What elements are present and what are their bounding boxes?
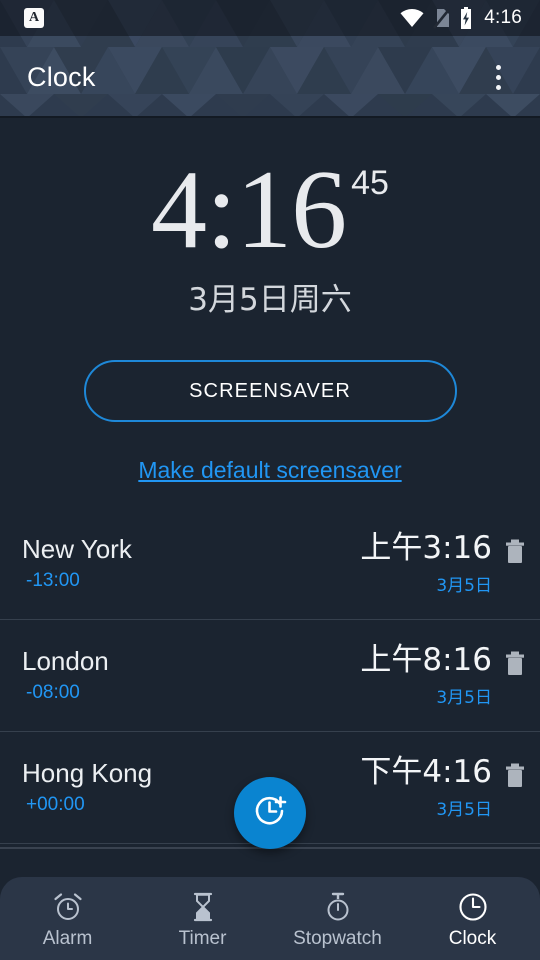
city-name: New York: [22, 534, 132, 565]
city-time-stack: 下午4:16 3月5日: [360, 755, 492, 820]
trash-icon[interactable]: [504, 763, 526, 794]
city-time-stack: 上午8:16 3月5日: [360, 643, 492, 708]
city-time-block: 上午8:16 3月5日: [360, 643, 526, 708]
main-clock-seconds: 45: [351, 164, 389, 202]
tab-timer-label: Timer: [178, 928, 227, 949]
city-time: 下午4:16: [360, 753, 492, 790]
city-date: 3月5日: [436, 800, 492, 821]
overflow-dot: [495, 64, 501, 70]
city-time: 上午8:16: [360, 641, 492, 678]
city-info: New York -13:00: [22, 534, 132, 592]
city-offset: -08:00: [26, 681, 80, 703]
tab-stopwatch-label: Stopwatch: [293, 928, 382, 949]
city-time: 上午3:16: [360, 529, 492, 566]
page-title: Clock: [27, 61, 96, 92]
tab-timer[interactable]: Timer: [135, 877, 270, 960]
stopwatch-icon: [322, 891, 354, 923]
clock-icon: [457, 891, 489, 923]
sim-card-off-icon: [433, 8, 451, 29]
wifi-icon: [400, 8, 424, 28]
app-bar-divider: [0, 116, 540, 118]
add-clock-fab[interactable]: [234, 777, 306, 849]
table-row[interactable]: London -08:00 上午8:16 3月5日: [0, 620, 540, 732]
status-bar-clock: 4:16: [484, 7, 522, 28]
overflow-dot: [495, 74, 501, 80]
city-date: 3月5日: [436, 576, 492, 597]
table-row[interactable]: New York -13:00 上午3:16 3月5日: [0, 508, 540, 620]
overflow-dot: [495, 84, 501, 90]
screensaver-button[interactable]: SCREENSAVER: [83, 360, 457, 422]
make-default-screensaver-link[interactable]: Make default screensaver: [0, 457, 540, 484]
city-time-stack: 上午3:16 3月5日: [360, 531, 492, 596]
city-info: Hong Kong +00:00: [22, 758, 153, 816]
city-offset: -13:00: [26, 569, 80, 591]
main-clock-date: 3月5日周六: [188, 282, 352, 318]
app-letter-a-icon: A: [24, 8, 44, 28]
app-bar-title-row: Clock: [0, 36, 540, 118]
alarm-icon: [52, 891, 84, 923]
trash-icon[interactable]: [504, 651, 526, 682]
tab-clock-label: Clock: [448, 928, 497, 949]
tab-alarm-label: Alarm: [42, 928, 93, 949]
add-clock-icon: [250, 791, 290, 836]
tab-clock[interactable]: Clock: [405, 877, 540, 960]
main-clock-time: 4:16: [151, 148, 347, 272]
overflow-menu-icon[interactable]: [478, 54, 518, 100]
city-name: London: [22, 646, 109, 677]
city-offset: +00:00: [26, 793, 85, 815]
bottom-navigation-bar: Alarm Timer Stopwatch Clock: [0, 877, 540, 960]
app-bar: A 4:16 Clock: [0, 0, 540, 118]
battery-charging-icon: [459, 7, 473, 29]
trash-icon[interactable]: [504, 539, 526, 570]
screensaver-button-label: SCREENSAVER: [189, 379, 351, 402]
city-time-block: 下午4:16 3月5日: [360, 755, 526, 820]
city-date: 3月5日: [436, 688, 492, 709]
status-bar: A 4:16: [0, 0, 540, 36]
main-clock-section: 4:16 45 3月5日周六 SCREENSAVER Make default …: [0, 118, 540, 484]
tab-stopwatch[interactable]: Stopwatch: [270, 877, 405, 960]
hourglass-icon: [187, 891, 219, 923]
main-clock-time-row: 4:16 45: [0, 154, 540, 266]
city-name: Hong Kong: [22, 758, 153, 789]
city-time-block: 上午3:16 3月5日: [360, 531, 526, 596]
tab-alarm[interactable]: Alarm: [0, 877, 135, 960]
city-info: London -08:00: [22, 646, 109, 704]
